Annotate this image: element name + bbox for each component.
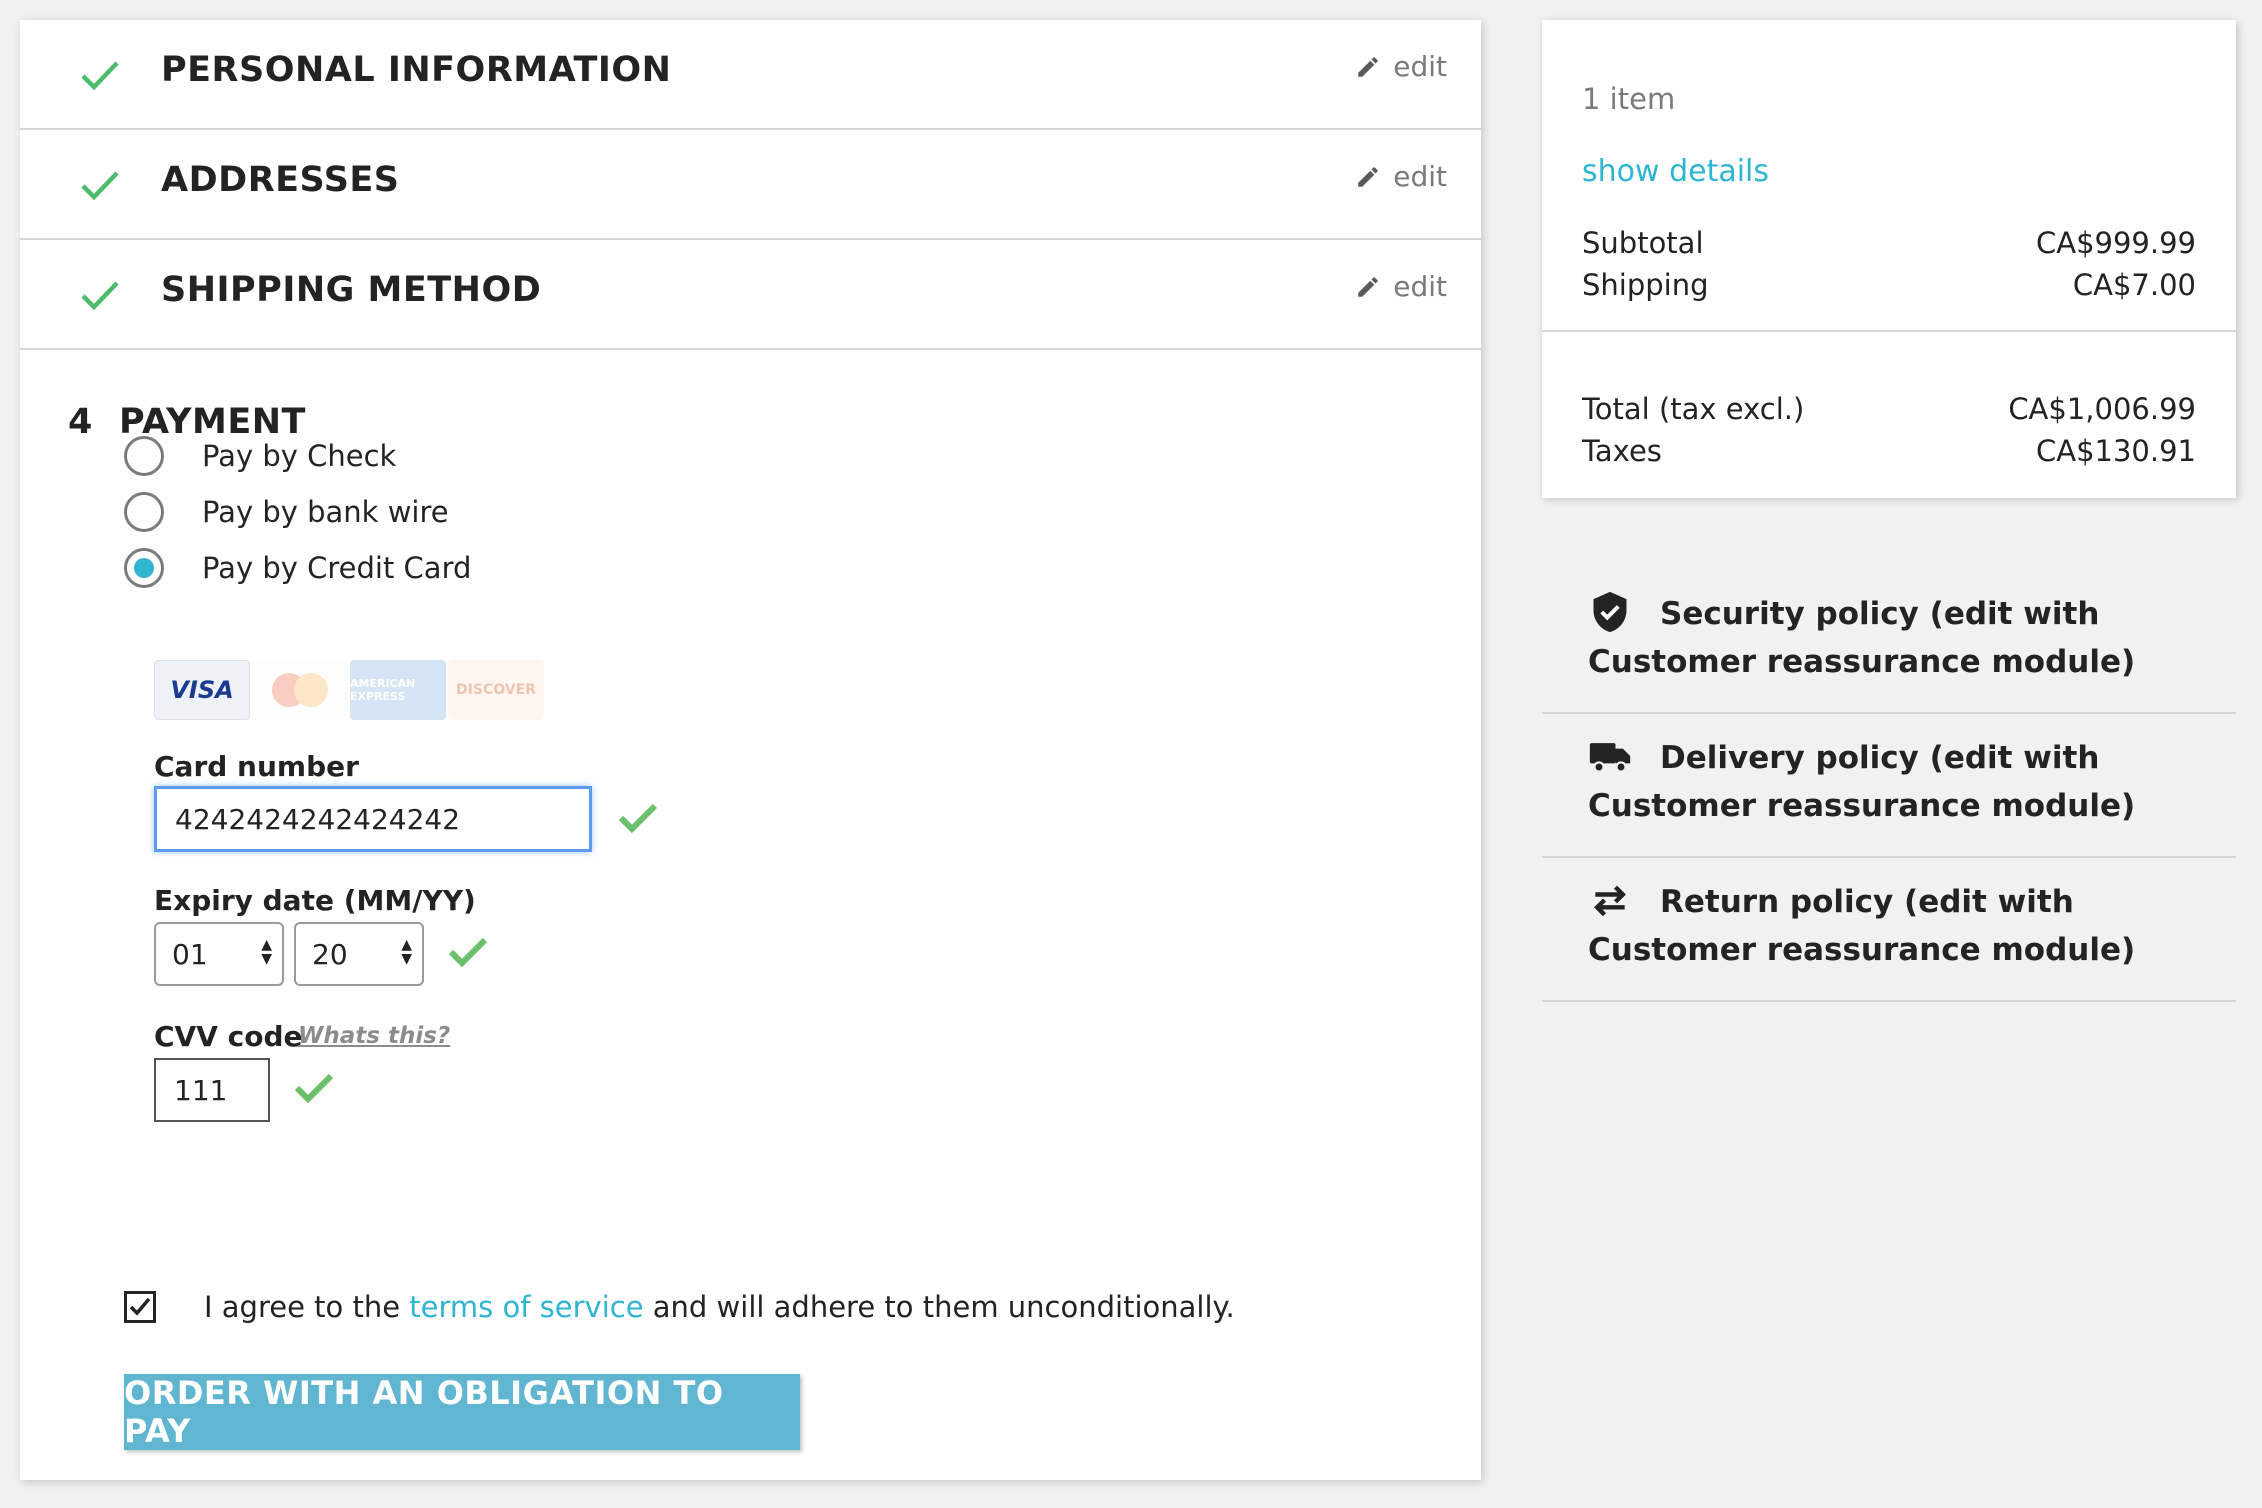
subtotal-line: Subtotal CA$999.99 (1582, 226, 2196, 260)
expiry-year-value: 20 (312, 937, 348, 971)
radio-pay-by-bank-wire[interactable] (124, 492, 164, 532)
radio-pay-by-credit-card[interactable] (124, 548, 164, 588)
checkmark-icon (129, 1297, 151, 1316)
delivery-policy-text: Delivery policy (edit with Customer reas… (1588, 740, 2136, 824)
pencil-icon (1358, 56, 1378, 77)
terms-prefix: I agree to the (204, 1290, 401, 1324)
expiry-month-value: 01 (172, 937, 208, 971)
check-icon (81, 281, 119, 311)
security-policy-item: Security policy (edit with Customer reas… (1542, 570, 2236, 714)
return-policy-item: Return policy (edit with Customer reassu… (1542, 858, 2236, 1002)
radio-pay-by-check[interactable] (124, 436, 164, 476)
terms-checkbox[interactable] (124, 1291, 156, 1323)
expiry-date-label: Expiry date (MM/YY) (154, 884, 476, 917)
visa-logo: VISA (154, 660, 250, 720)
edit-label: edit (1393, 270, 1447, 303)
edit-label: edit (1393, 50, 1447, 83)
amex-logo: AMERICAN EXPRESS (350, 660, 446, 720)
payment-option-bank-wire[interactable]: Pay by bank wire (124, 490, 449, 534)
shipping-label: Shipping (1582, 268, 1709, 302)
return-policy-text: Return policy (edit with Customer reassu… (1588, 884, 2136, 968)
card-number-label: Card number (154, 750, 359, 783)
terms-agreement: I agree to the terms of service and will… (124, 1290, 1235, 1324)
expiry-month-select[interactable]: 01 ▲ ▼ (154, 922, 284, 986)
step-title: PERSONAL INFORMATION (161, 50, 672, 90)
step-number: 4 (68, 402, 93, 442)
expiry-year-select[interactable]: 20 ▲ ▼ (294, 922, 424, 986)
cvv-label: CVV code (154, 1020, 303, 1053)
step-title: SHIPPING METHOD (161, 270, 542, 310)
mastercard-logo (252, 660, 348, 720)
cvv-help-link[interactable]: Whats this? (298, 1023, 450, 1049)
shipping-value: CA$7.00 (2072, 268, 2196, 302)
terms-of-service-link[interactable]: terms of service (409, 1290, 643, 1324)
discover-logo: DISCOVER (448, 660, 544, 720)
cvv-input[interactable]: 111 (154, 1058, 270, 1122)
step-personal-information: PERSONAL INFORMATION edit (20, 20, 1481, 130)
edit-label: edit (1393, 160, 1447, 193)
taxes-value: CA$130.91 (2035, 434, 2196, 468)
terms-suffix: and will adhere to them unconditionally. (652, 1290, 1235, 1324)
subtotal-label: Subtotal (1582, 226, 1704, 260)
total-label: Total (tax excl.) (1582, 392, 1805, 426)
shipping-line: Shipping CA$7.00 (1582, 268, 2196, 302)
shield-check-icon (1593, 591, 1627, 633)
terms-text: I agree to the terms of service and will… (204, 1290, 1235, 1324)
security-policy-text: Security policy (edit with Customer reas… (1588, 596, 2136, 680)
truck-icon (1589, 743, 1631, 773)
select-arrows-icon: ▲ ▼ (401, 937, 412, 967)
payment-option-label: Pay by Credit Card (202, 551, 472, 585)
order-button[interactable]: ORDER WITH AN OBLIGATION TO PAY (124, 1374, 800, 1450)
reassurance-block: Security policy (edit with Customer reas… (1542, 570, 2236, 1002)
item-count: 1 item (1582, 82, 1676, 116)
taxes-line: Taxes CA$130.91 (1582, 434, 2196, 468)
checkout-panel: PERSONAL INFORMATION edit ADDRESSES edit… (20, 20, 1481, 1480)
exchange-arrows-icon (1594, 885, 1626, 917)
edit-addresses-link[interactable]: edit (1355, 160, 1447, 193)
valid-check-icon (294, 1073, 334, 1104)
valid-check-icon (618, 803, 658, 834)
delivery-policy-item: Delivery policy (edit with Customer reas… (1542, 714, 2236, 858)
step-title: ADDRESSES (161, 160, 400, 200)
subtotal-value: CA$999.99 (2035, 226, 2196, 260)
select-arrows-icon: ▲ ▼ (261, 937, 272, 967)
check-icon (81, 171, 119, 201)
payment-option-label: Pay by Check (202, 439, 397, 473)
pencil-icon (1358, 166, 1378, 187)
payment-option-check[interactable]: Pay by Check (124, 434, 396, 478)
summary-divider (1542, 330, 2236, 332)
edit-personal-information-link[interactable]: edit (1355, 50, 1447, 83)
edit-shipping-method-link[interactable]: edit (1355, 270, 1447, 303)
payment-option-label: Pay by bank wire (202, 495, 449, 529)
check-icon (81, 61, 119, 91)
step-addresses: ADDRESSES edit (20, 130, 1481, 240)
show-details-link[interactable]: show details (1582, 154, 1769, 189)
total-line: Total (tax excl.) CA$1,006.99 (1582, 392, 2196, 426)
card-logos: VISA AMERICAN EXPRESS DISCOVER (154, 660, 544, 720)
card-number-input[interactable]: 4242424242424242 (154, 786, 592, 852)
valid-check-icon (448, 937, 488, 968)
taxes-label: Taxes (1582, 434, 1662, 468)
pencil-icon (1358, 276, 1378, 297)
cart-summary: 1 item show details Subtotal CA$999.99 S… (1542, 20, 2236, 498)
step-shipping-method: SHIPPING METHOD edit (20, 240, 1481, 350)
payment-option-credit-card[interactable]: Pay by Credit Card (124, 546, 471, 590)
total-value: CA$1,006.99 (2008, 392, 2196, 426)
